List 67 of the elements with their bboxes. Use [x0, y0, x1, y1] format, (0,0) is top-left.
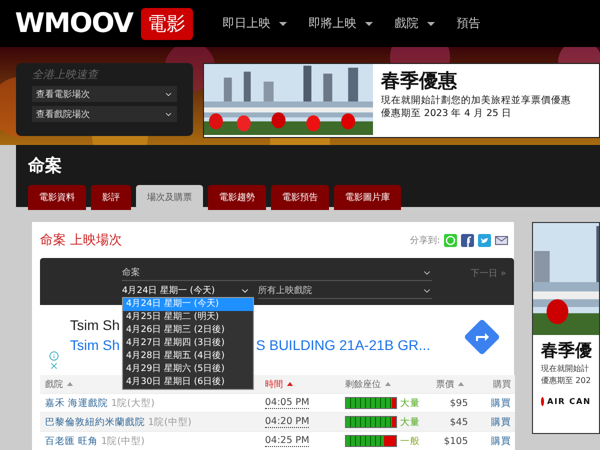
- sort-icon: [287, 382, 293, 386]
- price: $105: [442, 436, 468, 446]
- logo-badge: 電影: [140, 8, 193, 40]
- ad-title: Tsim Sh: [70, 317, 120, 333]
- side-ad[interactable]: 春季優 現在就開始計 優惠期至 202 AIR CAN: [532, 222, 600, 434]
- ad-link[interactable]: Tsim Sh: [70, 337, 120, 353]
- price: $45: [448, 416, 468, 428]
- info-icon[interactable]: [49, 351, 59, 361]
- cinema-select[interactable]: 所有上映戲院: [258, 283, 432, 299]
- brand-name: AIR CAN: [547, 397, 591, 406]
- movie-title: 命案: [28, 155, 63, 177]
- sort-icon: [458, 382, 464, 386]
- ad-text: 現在就開始計: [541, 363, 590, 374]
- dropdown-option[interactable]: 4月30日 星期日 (6日後): [123, 376, 253, 389]
- tab[interactable]: 電影資料: [28, 185, 86, 210]
- showtime[interactable]: 04:20 PM: [265, 416, 310, 428]
- tab[interactable]: 電影趨勢: [208, 185, 266, 210]
- caret-icon: [364, 22, 373, 26]
- cinema-link[interactable]: 巴黎倫敦紐約米蘭戲院: [45, 416, 145, 428]
- tab[interactable]: 場次及購票: [136, 185, 203, 210]
- column-header[interactable]: 時間: [265, 378, 293, 390]
- dropdown-option[interactable]: 4月27日 星期四 (3日後): [123, 337, 253, 350]
- seat-status: 大量: [400, 416, 420, 428]
- showtime[interactable]: 04:25 PM: [265, 435, 310, 447]
- column-header[interactable]: 票價: [436, 378, 464, 390]
- dropdown-option[interactable]: 4月28日 星期五 (4日後): [123, 350, 253, 363]
- dropdown-option[interactable]: 4月25日 星期二 (明天): [123, 311, 253, 324]
- showtime[interactable]: 04:05 PM: [265, 397, 310, 409]
- movie-select[interactable]: 命案: [122, 265, 432, 281]
- hall-label: 1院(中型): [148, 416, 192, 428]
- dropdown-option[interactable]: 4月29日 星期六 (5日後): [123, 363, 253, 376]
- nav-link[interactable]: 即日上映: [222, 15, 287, 32]
- nav-link[interactable]: 戲院: [394, 15, 435, 32]
- tab[interactable]: 電影圖片庫: [334, 185, 401, 210]
- price: $95: [448, 398, 468, 408]
- cinema-link[interactable]: 百老匯 旺角: [45, 436, 98, 446]
- bird-icon[interactable]: [478, 234, 491, 246]
- tab[interactable]: 影評: [91, 185, 131, 210]
- buy-link[interactable]: 購買: [468, 396, 515, 410]
- column-header[interactable]: 戲院: [45, 378, 73, 390]
- cinema-link[interactable]: 嘉禾 海運戲院: [45, 398, 108, 408]
- dropdown-option[interactable]: 4月26日 星期三 (2日後): [123, 324, 253, 337]
- caret-icon: [278, 22, 287, 26]
- nav-link[interactable]: 即將上映: [308, 15, 373, 32]
- share-label: 分享到:: [410, 234, 440, 246]
- nav-link[interactable]: 預告: [456, 15, 481, 32]
- mail-icon[interactable]: [495, 234, 508, 246]
- ad-title: 春季優: [541, 340, 591, 362]
- seat-status: 大量: [400, 396, 420, 410]
- ad-link[interactable]: S BUILDING 21A-21B GR...: [256, 337, 430, 353]
- hall-label: 1院(大型): [111, 398, 155, 408]
- hall-label: 1院(中型): [101, 436, 145, 446]
- tab[interactable]: 電影預告: [271, 185, 329, 210]
- seat-status: 一般: [400, 434, 420, 448]
- ad-text: 優惠期至 202: [541, 375, 591, 386]
- section-title: 命案 上映場次: [40, 232, 122, 249]
- close-icon[interactable]: [49, 361, 59, 371]
- column-header[interactable]: 購買: [493, 378, 511, 390]
- buy-link[interactable]: 購買: [468, 416, 515, 428]
- logo[interactable]: WMOOV: [15, 8, 133, 39]
- sort-icon: [67, 382, 73, 386]
- facebook-icon[interactable]: [461, 234, 474, 246]
- caret-icon: [426, 22, 435, 26]
- chat-icon[interactable]: [444, 234, 457, 246]
- sort-icon: [385, 382, 391, 386]
- buy-link[interactable]: 購買: [468, 434, 515, 448]
- column-header[interactable]: 剩餘座位: [345, 378, 391, 390]
